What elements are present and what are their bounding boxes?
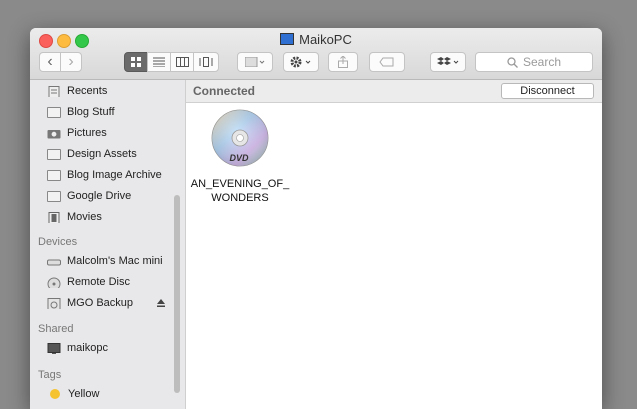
recents-icon <box>48 85 60 97</box>
eject-icon[interactable] <box>156 298 166 308</box>
film-icon <box>48 211 60 223</box>
svg-text:DVD: DVD <box>229 153 249 163</box>
icon-view-button[interactable] <box>124 52 148 72</box>
arrange-button[interactable] <box>237 52 273 72</box>
gallery-view-icon <box>199 57 213 67</box>
finder-window: MaikoPC ‹ › Search Recents Blog Stuff Pi… <box>30 28 602 409</box>
dvd-disc-icon: DVD <box>211 109 269 167</box>
sidebar-item-blog-stuff[interactable]: Blog Stuff <box>47 103 115 121</box>
search-field[interactable]: Search <box>475 52 593 72</box>
sidebar-item-blog-image-archive[interactable]: Blog Image Archive <box>47 166 162 184</box>
sidebar-section-tags: Tags <box>38 369 62 381</box>
icon-view-icon <box>131 57 141 67</box>
tag-icon <box>379 57 394 67</box>
gear-icon <box>290 56 311 68</box>
list-view-icon <box>153 57 165 67</box>
sidebar-item-google-drive[interactable]: Google Drive <box>47 187 131 205</box>
folder-icon <box>47 106 61 118</box>
sidebar-item-tag-yellow[interactable]: Yellow <box>47 385 99 403</box>
sidebar-item-maikopc[interactable]: maikopc <box>47 339 108 357</box>
sidebar-section-devices: Devices <box>38 236 78 248</box>
dropbox-button[interactable] <box>430 52 466 72</box>
action-button[interactable] <box>283 52 319 72</box>
folder-icon <box>47 190 61 202</box>
edit-tags-button[interactable] <box>369 52 405 72</box>
title-bar: MaikoPC ‹ › Search <box>30 28 602 80</box>
column-view-icon <box>175 57 189 67</box>
window-title: MaikoPC <box>30 32 602 47</box>
back-button[interactable]: ‹ <box>39 52 61 72</box>
file-item-dvd[interactable]: DVD AN_EVENING_OF_ WONDERS <box>190 108 290 205</box>
camera-icon <box>47 129 61 138</box>
folder-icon <box>47 169 61 181</box>
disc-icon <box>47 277 61 288</box>
gallery-view-button[interactable] <box>193 52 219 72</box>
connection-bar: Connected Disconnect <box>186 80 602 103</box>
network-computer-icon <box>280 33 295 45</box>
sidebar-item-remote-disc[interactable]: Remote Disc <box>47 273 130 291</box>
drive-icon <box>47 297 61 309</box>
sidebar-item-mac-mini[interactable]: Malcolm's Mac mini <box>47 252 163 270</box>
monitor-icon <box>47 342 61 354</box>
arrange-icon <box>245 57 265 67</box>
sidebar-scrollbar[interactable] <box>174 195 180 393</box>
sidebar: Recents Blog Stuff Pictures Design Asset… <box>30 80 186 409</box>
search-icon <box>507 56 518 68</box>
share-icon <box>338 56 348 68</box>
folder-icon <box>47 148 61 160</box>
yellow-tag-dot-icon <box>50 389 60 399</box>
column-view-button[interactable] <box>170 52 194 72</box>
list-view-button[interactable] <box>147 52 171 72</box>
sidebar-item-movies[interactable]: Movies <box>47 208 102 226</box>
forward-button[interactable]: › <box>60 52 82 72</box>
mac-mini-icon <box>47 259 61 265</box>
file-browser-content: Connected Disconnect DVD AN_EVENING_OF_ … <box>186 80 602 409</box>
sidebar-item-mgo-backup[interactable]: MGO Backup <box>47 294 133 312</box>
dropbox-icon <box>437 57 459 65</box>
connection-status: Connected <box>193 84 256 98</box>
file-item-label: AN_EVENING_OF_ WONDERS <box>190 178 290 204</box>
sidebar-item-pictures[interactable]: Pictures <box>47 124 107 142</box>
share-button[interactable] <box>328 52 358 72</box>
disconnect-button[interactable]: Disconnect <box>501 83 594 99</box>
sidebar-item-design-assets[interactable]: Design Assets <box>47 145 137 163</box>
sidebar-item-recents[interactable]: Recents <box>47 82 107 100</box>
sidebar-section-shared: Shared <box>38 323 74 335</box>
